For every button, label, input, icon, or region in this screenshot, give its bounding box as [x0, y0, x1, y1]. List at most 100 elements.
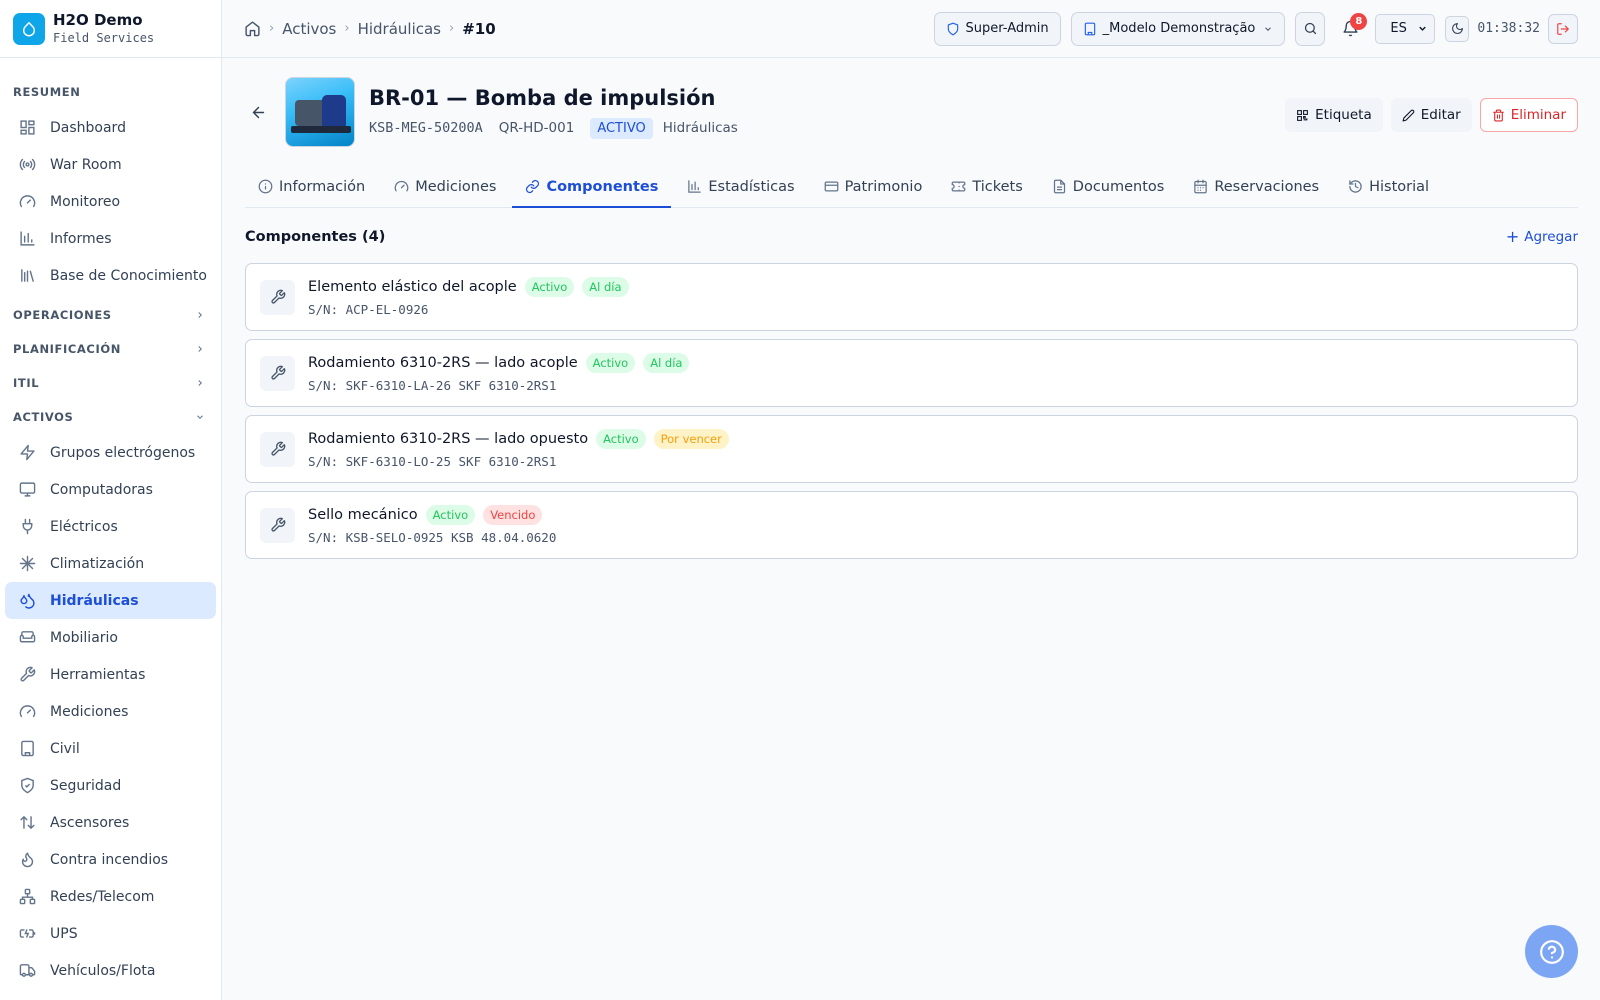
breadcrumb-separator: › — [269, 21, 275, 36]
sidebar-item-label: Contra incendios — [50, 851, 169, 868]
edit-button[interactable]: Editar — [1390, 98, 1472, 132]
truck-icon — [18, 961, 37, 980]
sidebar-item-monitoreo[interactable]: Monitoreo — [5, 183, 216, 220]
tab-historial[interactable]: Historial — [1335, 166, 1442, 207]
component-serial: S/N: SKF-6310-LA-26 SKF 6310-2RS1 — [308, 378, 557, 393]
sidebar-item-mediciones[interactable]: Mediciones — [5, 693, 216, 730]
org-selector[interactable]: _Modelo Demonstração — [1070, 11, 1286, 46]
sidebar-item-climatizacion[interactable]: Climatización — [5, 545, 216, 582]
components-header: Componentes (4) + Agregar — [245, 208, 1578, 263]
wrench-icon — [260, 279, 295, 315]
sidebar-item-computadoras[interactable]: Computadoras — [5, 471, 216, 508]
search-button[interactable] — [1295, 11, 1326, 46]
snowflake-icon — [18, 554, 37, 573]
components-title: Componentes (4) — [245, 228, 386, 245]
wrench-icon — [260, 355, 295, 391]
sidebar-item-seguridad[interactable]: Seguridad — [5, 767, 216, 804]
brand[interactable]: H2O Demo Field Services — [0, 0, 221, 58]
component-name-row: Elemento elástico del acople Activo Al d… — [308, 277, 637, 297]
tab-componentes[interactable]: Componentes — [512, 166, 672, 208]
logout-button[interactable] — [1548, 13, 1578, 44]
asset-photo — [285, 77, 355, 147]
library-icon — [18, 266, 37, 285]
breadcrumb-activos[interactable]: Activos — [282, 20, 336, 38]
droplet-logo-icon — [13, 12, 45, 45]
breadcrumb-hidraulicas[interactable]: Hidráulicas — [358, 20, 441, 38]
sidebar-item-herramientas[interactable]: Herramientas — [5, 656, 216, 693]
component-serial: S/N: ACP-EL-0926 — [308, 302, 429, 317]
component-due-badge: Al día — [582, 277, 629, 297]
component-card[interactable]: Rodamiento 6310-2RS — lado acople Activo… — [245, 339, 1578, 407]
sidebar-item-redes-telecom[interactable]: Redes/Telecom — [5, 878, 216, 915]
role-button[interactable]: Super-Admin — [933, 11, 1061, 46]
pencil-icon — [1402, 109, 1415, 122]
component-due-badge: Vencido — [483, 505, 543, 525]
section-label: RESUMEN — [13, 85, 81, 99]
component-details: Rodamiento 6310-2RS — lado acople Activo… — [308, 353, 697, 393]
sidebar-item-vehiculos-flota[interactable]: Vehículos/Flota — [5, 952, 216, 989]
wrench-icon — [260, 431, 295, 467]
plug-icon — [18, 517, 37, 536]
tab-patrimonio[interactable]: Patrimonio — [811, 166, 936, 207]
component-name-row: Sello mecánico Activo Vencido — [308, 505, 556, 525]
section-label: ACTIVOS — [13, 410, 74, 424]
sidebar-item-dashboard[interactable]: Dashboard — [5, 109, 216, 146]
zap-icon — [18, 443, 37, 462]
section-activos[interactable]: ACTIVOS — [0, 400, 221, 434]
sidebar: H2O Demo Field Services RESUMEN Dashboar… — [0, 0, 222, 1000]
notifications-button[interactable]: 8 — [1335, 12, 1368, 46]
section-planificacion[interactable]: PLANIFICACIÓN — [0, 332, 221, 366]
sidebar-item-war-room[interactable]: War Room — [5, 146, 216, 183]
file-icon — [1052, 179, 1067, 194]
building-icon — [18, 739, 37, 758]
sidebar-item-label: Climatización — [50, 555, 145, 572]
sidebar-item-electricos[interactable]: Eléctricos — [5, 508, 216, 545]
back-button[interactable] — [243, 97, 273, 127]
sidebar-item-informes[interactable]: Informes — [5, 220, 216, 257]
notification-count-badge: 8 — [1350, 12, 1368, 30]
sidebar-item-civil[interactable]: Civil — [5, 730, 216, 767]
sidebar-item-ascensores[interactable]: Ascensores — [5, 804, 216, 841]
section-label: ITIL — [13, 376, 40, 390]
component-name: Elemento elástico del acople — [308, 279, 517, 295]
tab-documentos[interactable]: Documentos — [1039, 166, 1178, 207]
chevron-down-icon — [1417, 23, 1428, 34]
sidebar-item-label: War Room — [50, 156, 122, 173]
help-button[interactable] — [1525, 925, 1578, 978]
tab-informacion[interactable]: Información — [245, 166, 378, 207]
main-content: BR-01 — Bomba de impulsión KSB-MEG-50200… — [245, 58, 1578, 567]
section-itil[interactable]: ITIL — [0, 366, 221, 400]
tab-mediciones[interactable]: Mediciones — [381, 166, 509, 207]
add-component-button[interactable]: + Agregar — [1506, 227, 1578, 246]
component-name: Sello mecánico — [308, 507, 418, 523]
tab-reservaciones[interactable]: Reservaciones — [1180, 166, 1332, 207]
sidebar-item-base-conocimiento[interactable]: Base de Conocimiento — [5, 257, 216, 294]
sidebar-item-hidraulicas[interactable]: Hidráulicas — [5, 582, 216, 619]
sidebar-item-ups[interactable]: UPS — [5, 915, 216, 952]
label-button[interactable]: Etiqueta — [1285, 98, 1383, 132]
component-card[interactable]: Sello mecánico Activo Vencido S/N: KSB-S… — [245, 491, 1578, 559]
sidebar-item-label: Base de Conocimiento — [50, 267, 207, 284]
sidebar-item-label: Mediciones — [50, 703, 129, 720]
bar-chart-icon — [687, 179, 702, 194]
component-status-badge: Activo — [524, 277, 575, 297]
asset-tabs: Información Mediciones Componentes Estad… — [245, 166, 1578, 208]
sidebar-item-grupos-electrogenos[interactable]: Grupos electrógenos — [5, 434, 216, 471]
sidebar-item-contra-incendios[interactable]: Contra incendios — [5, 841, 216, 878]
tab-estadisticas[interactable]: Estadísticas — [674, 166, 807, 207]
gauge-icon — [18, 702, 37, 721]
theme-toggle[interactable] — [1445, 15, 1470, 42]
trash-icon — [1492, 109, 1505, 122]
component-card[interactable]: Elemento elástico del acople Activo Al d… — [245, 263, 1578, 331]
org-label: _Modelo Demonstração — [1102, 21, 1256, 36]
delete-button[interactable]: Eliminar — [1479, 98, 1578, 132]
sidebar-item-mobiliario[interactable]: Mobiliario — [5, 619, 216, 656]
section-operaciones[interactable]: OPERACIONES — [0, 298, 221, 332]
language-select[interactable]: ES — [1375, 13, 1436, 44]
shield-check-icon — [18, 776, 37, 795]
component-card[interactable]: Rodamiento 6310-2RS — lado opuesto Activ… — [245, 415, 1578, 483]
logout-icon — [1556, 22, 1570, 36]
building-icon — [1083, 22, 1097, 36]
tab-tickets[interactable]: Tickets — [938, 166, 1035, 207]
home-icon[interactable] — [244, 20, 261, 37]
